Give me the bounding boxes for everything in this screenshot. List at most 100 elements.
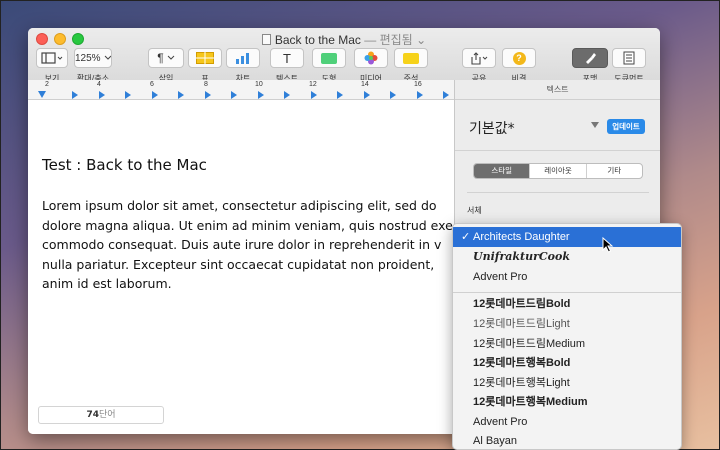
tab-stop[interactable] bbox=[311, 91, 317, 99]
ruler-number: 6 bbox=[150, 81, 154, 88]
font-option-label: 12롯데마트행복Bold bbox=[473, 357, 571, 369]
document-heading[interactable]: Test : Back to the Mac bbox=[42, 156, 207, 174]
style-menu-chevron-icon[interactable] bbox=[591, 122, 599, 128]
document-name: Back to the Mac bbox=[274, 33, 361, 47]
font-option[interactable]: 12롯데마트드림Bold bbox=[453, 294, 681, 314]
font-option-label: Advent Pro bbox=[473, 416, 528, 428]
font-option[interactable]: 12롯데마트행복Light bbox=[453, 373, 681, 393]
text-icon: T bbox=[283, 50, 291, 66]
tips-icon: ? bbox=[512, 51, 526, 65]
document-icon bbox=[261, 34, 271, 45]
font-option-label: UnifrakturCook bbox=[473, 250, 570, 263]
font-option-label: Advent Pro bbox=[473, 271, 528, 283]
tab-stop[interactable] bbox=[284, 91, 290, 99]
window-title[interactable]: Back to the Mac — 편집됨 ⌄ bbox=[28, 31, 660, 48]
body-line: nulla pariatur. Excepteur sint occaecat … bbox=[42, 256, 435, 272]
font-option[interactable]: 12롯데마트드림Light bbox=[453, 314, 681, 334]
font-label: 서체 bbox=[467, 206, 482, 215]
zoom-value: 125% bbox=[75, 52, 101, 64]
ruler-number: 8 bbox=[204, 81, 208, 88]
view-icon bbox=[41, 52, 63, 64]
tab-stop[interactable] bbox=[337, 91, 343, 99]
zoom-dropdown[interactable]: 125% bbox=[74, 48, 112, 68]
tips-button[interactable]: ? bbox=[502, 48, 536, 68]
menu-separator bbox=[453, 292, 681, 293]
tab-style[interactable]: 스타일 bbox=[474, 164, 531, 178]
chart-button[interactable] bbox=[226, 48, 260, 68]
tab-stop[interactable] bbox=[417, 91, 423, 99]
font-option[interactable]: UnifrakturCook bbox=[453, 247, 681, 267]
font-option[interactable]: 12롯데마트행복Medium bbox=[453, 392, 681, 412]
tab-stop[interactable] bbox=[125, 91, 131, 99]
font-option[interactable]: Advent Pro bbox=[453, 412, 681, 432]
shape-button[interactable] bbox=[312, 48, 346, 68]
font-dropdown-menu: ✓ Architects Daughter UnifrakturCook Adv… bbox=[452, 223, 682, 450]
mouse-cursor-icon bbox=[602, 237, 614, 253]
body-line: Lorem ipsum dolor sit amet, consectetur … bbox=[42, 198, 437, 213]
ruler-number: 16 bbox=[414, 81, 422, 88]
checkmark-icon: ✓ bbox=[461, 231, 471, 243]
font-option-label: 12롯데마트드림Light bbox=[473, 318, 570, 330]
update-style-button[interactable]: 업데이트 bbox=[607, 119, 645, 134]
word-count-badge[interactable]: 74단어 bbox=[38, 406, 164, 424]
indent-marker[interactable] bbox=[38, 91, 46, 98]
font-option-selected[interactable]: ✓ Architects Daughter bbox=[453, 227, 681, 247]
sidebar-divider bbox=[467, 192, 649, 193]
shape-icon bbox=[321, 52, 337, 64]
format-button[interactable] bbox=[572, 48, 608, 68]
media-icon bbox=[364, 51, 378, 65]
ruler[interactable]: 2 4 6 8 10 12 14 16 bbox=[28, 80, 454, 100]
tab-stop[interactable] bbox=[364, 91, 370, 99]
word-count-value: 74 bbox=[86, 410, 99, 420]
ruler-number: 14 bbox=[361, 81, 369, 88]
word-count-unit: 단어 bbox=[98, 410, 116, 420]
ruler-number: 2 bbox=[45, 81, 49, 88]
ruler-number: 10 bbox=[255, 81, 263, 88]
sidebar-header: 텍스트 bbox=[455, 80, 660, 100]
tab-stop[interactable] bbox=[152, 91, 158, 99]
ruler-number: 12 bbox=[309, 81, 317, 88]
paragraph-style-name[interactable]: 기본값* bbox=[469, 118, 515, 138]
font-option[interactable]: 12롯데마트드림Medium bbox=[453, 334, 681, 354]
document-canvas[interactable]: Test : Back to the Mac Lorem ipsum dolor… bbox=[28, 100, 454, 434]
insert-button[interactable]: ¶ bbox=[148, 48, 184, 68]
body-line: dolore magna aliqua. Ut enim ad minim ve… bbox=[42, 217, 454, 233]
font-option-label: 12롯데마트행복Light bbox=[473, 377, 570, 389]
sidebar-tabs: 스타일 레이아웃 기타 bbox=[473, 163, 643, 179]
tab-stop[interactable] bbox=[205, 91, 211, 99]
edited-status: — 편집됨 bbox=[364, 33, 413, 47]
document-icon bbox=[623, 51, 635, 65]
paintbrush-icon bbox=[586, 53, 596, 64]
table-button[interactable] bbox=[188, 48, 222, 68]
tab-stop[interactable] bbox=[443, 91, 449, 99]
font-option-label: 12롯데마트드림Medium bbox=[473, 338, 586, 350]
font-option[interactable]: Al Bayan bbox=[453, 431, 681, 449]
document-button[interactable] bbox=[612, 48, 646, 68]
tab-stop[interactable] bbox=[390, 91, 396, 99]
media-button[interactable] bbox=[354, 48, 388, 68]
comment-button[interactable] bbox=[394, 48, 428, 68]
share-button[interactable] bbox=[462, 48, 496, 68]
body-line: commodo consequat. Duis aute irure dolor… bbox=[42, 237, 442, 253]
font-option[interactable]: 12롯데마트행복Bold bbox=[453, 353, 681, 373]
table-icon bbox=[196, 52, 214, 64]
document-body[interactable]: Lorem ipsum dolor sit amet, consectetur … bbox=[42, 196, 454, 294]
font-option[interactable]: Advent Pro bbox=[453, 267, 681, 287]
title-chevron-icon: ⌄ bbox=[416, 33, 427, 47]
font-option-label: 12롯데마트드림Bold bbox=[473, 298, 571, 310]
chevron-down-icon bbox=[104, 55, 111, 60]
sidebar-divider bbox=[455, 150, 660, 151]
tab-stop[interactable] bbox=[258, 91, 264, 99]
tab-stop[interactable] bbox=[231, 91, 237, 99]
tab-stop[interactable] bbox=[72, 91, 78, 99]
chart-icon bbox=[236, 53, 249, 64]
tab-layout[interactable]: 레이아웃 bbox=[530, 164, 587, 178]
text-button[interactable]: T bbox=[270, 48, 304, 68]
tab-stop[interactable] bbox=[178, 91, 184, 99]
view-button[interactable] bbox=[36, 48, 68, 68]
share-icon bbox=[471, 51, 488, 65]
font-option-label: 12롯데마트행복Medium bbox=[473, 396, 588, 408]
tab-more[interactable]: 기타 bbox=[587, 164, 642, 178]
tab-stop[interactable] bbox=[99, 91, 105, 99]
pilcrow-icon: ¶ bbox=[157, 51, 164, 65]
